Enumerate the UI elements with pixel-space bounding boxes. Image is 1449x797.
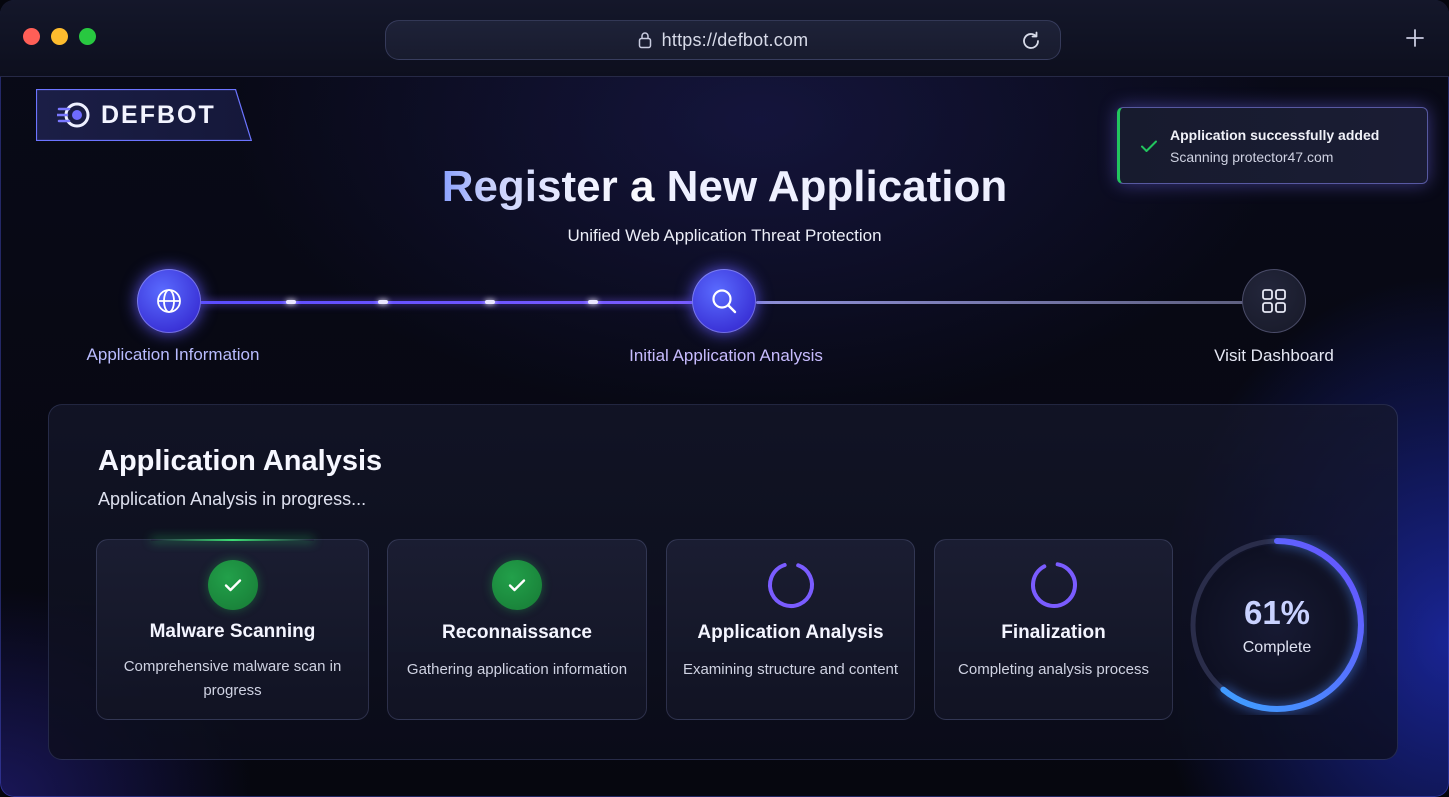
analysis-card-application-analysis: Application Analysis Examining structure… (666, 539, 915, 720)
browser-window: https://defbot.com DEFBOT Application su… (0, 0, 1449, 797)
card-title: Application Analysis (697, 622, 884, 643)
card-description: Gathering application information (406, 661, 628, 678)
analysis-card-finalization: Finalization Completing analysis process (934, 539, 1173, 720)
spinner-icon (1030, 562, 1077, 608)
card-description: Examining structure and content (682, 661, 899, 678)
analysis-panel: Application Analysis Application Analysi… (48, 404, 1398, 760)
address-bar[interactable]: https://defbot.com (385, 20, 1061, 60)
stepper-spark (286, 300, 296, 304)
maximize-window-button[interactable] (79, 28, 96, 45)
card-title: Malware Scanning (149, 621, 316, 642)
analysis-card-malware-scanning: Malware Scanning Comprehensive malware s… (96, 539, 369, 720)
analysis-progress-ring: 61% Complete (1187, 535, 1367, 715)
step-application-information[interactable] (137, 269, 201, 333)
toast-title: Application successfully added (1170, 127, 1380, 143)
card-title: Finalization (1001, 622, 1106, 643)
stepper-spark (588, 300, 598, 304)
check-icon (224, 579, 241, 592)
stepper-spark (485, 300, 495, 304)
spinner-icon (767, 562, 814, 608)
defbot-logo[interactable]: DEFBOT (36, 89, 252, 141)
new-tab-plus-icon[interactable] (1405, 28, 1425, 48)
grid-icon (1262, 289, 1286, 313)
check-icon (1141, 140, 1157, 152)
progress-label: Complete (1242, 639, 1312, 656)
card-glow (151, 539, 314, 541)
close-window-button[interactable] (23, 28, 40, 45)
lock-icon (638, 32, 651, 49)
card-description: Completing analysis process (958, 661, 1149, 678)
step-label-application-information: Application Information (86, 345, 260, 364)
step-label-initial-application-analysis: Initial Application Analysis (629, 346, 823, 365)
stepper-progress-line (200, 301, 694, 304)
page-title: Register a New Application (441, 162, 1008, 211)
step-label-visit-dashboard: Visit Dashboard (1214, 346, 1334, 365)
analysis-title: Application Analysis (98, 445, 383, 477)
browser-titlebar: https://defbot.com (0, 0, 1449, 77)
url-text: https://defbot.com (661, 29, 809, 50)
step-visit-dashboard[interactable] (1242, 269, 1306, 333)
analysis-status: Application Analysis in progress... (98, 489, 367, 509)
globe-icon (157, 289, 181, 313)
progress-percent: 61% (1243, 594, 1311, 631)
card-status-icon (492, 560, 542, 610)
card-description: Comprehensive malware scan in progress (123, 658, 342, 699)
stepper-pending-line (756, 301, 1244, 304)
minimize-window-button[interactable] (51, 28, 68, 45)
card-status-icon (207, 560, 258, 610)
step-initial-application-analysis[interactable] (692, 269, 756, 333)
defbot-logo-icon (57, 102, 90, 128)
page-subtitle: Unified Web Application Threat Protectio… (567, 226, 882, 245)
reload-icon[interactable] (1020, 30, 1042, 52)
logo-text: DEFBOT (101, 100, 216, 129)
analysis-card-reconnaissance: Reconnaissance Gathering application inf… (387, 539, 647, 720)
search-icon (712, 289, 737, 314)
check-icon (508, 579, 526, 592)
stepper-spark (378, 300, 388, 304)
card-title: Reconnaissance (442, 622, 592, 643)
